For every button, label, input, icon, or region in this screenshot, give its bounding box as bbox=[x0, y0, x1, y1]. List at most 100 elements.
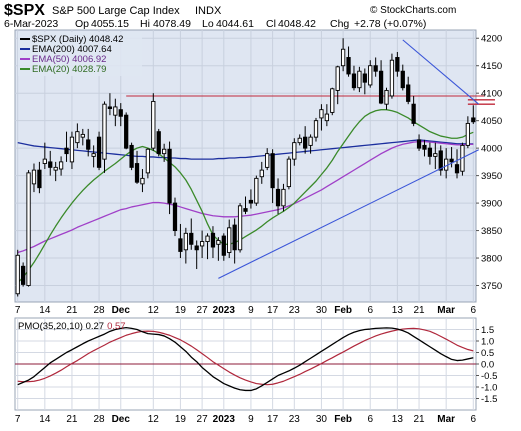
candle-body bbox=[232, 224, 237, 251]
candle-body bbox=[422, 144, 427, 150]
price-x-tick-label: 27 bbox=[197, 305, 209, 316]
pmo-x-tick-label: 21 bbox=[413, 414, 425, 425]
price-y-axis: 3750 3800 3850 3900 3950 4000 4050 4100 4150 4200 bbox=[476, 34, 502, 292]
candle-body bbox=[167, 148, 172, 204]
candle-body bbox=[254, 177, 259, 204]
candle-body bbox=[205, 235, 210, 243]
pmo-x-tick-label: 14 bbox=[39, 414, 51, 425]
pmo-y-tick-label: -1.0 bbox=[481, 383, 497, 394]
price-y-tick-label: 3950 bbox=[481, 171, 502, 182]
candle-body bbox=[297, 137, 302, 144]
pmo-x-tick-label: 23 bbox=[289, 414, 301, 425]
candle-body bbox=[194, 245, 199, 251]
candle-body bbox=[162, 148, 167, 155]
pmo-x-axis: 7 14 21 28 Dec 12 19 27 2023 9 17 23 30 Feb 6 13 21 Mar 6 bbox=[15, 414, 477, 425]
candle-body bbox=[31, 169, 37, 185]
pmo-x-tick-label: 27 bbox=[197, 414, 209, 425]
candle-body bbox=[465, 122, 470, 146]
price-x-tick-label: 30 bbox=[316, 305, 328, 316]
pmo-x-tick-label: 6 bbox=[367, 414, 373, 425]
candle-body bbox=[335, 66, 340, 91]
pmo-y-tick-label: 1.5 bbox=[481, 325, 494, 336]
price-y-tick-label: 4000 bbox=[481, 144, 502, 155]
price-x-tick-label: 21 bbox=[413, 305, 425, 316]
pmo-y-tick-label: 1.0 bbox=[481, 337, 494, 348]
candle-body bbox=[91, 153, 96, 157]
close-value: 4048.42 bbox=[278, 18, 316, 30]
price-y-tick-label: 3800 bbox=[481, 254, 502, 265]
pmo-x-tick-label: 30 bbox=[316, 414, 328, 425]
candle-body bbox=[286, 158, 292, 188]
symbol-label: $SPX bbox=[4, 2, 45, 19]
pmo-x-tick-label: 7 bbox=[15, 414, 21, 425]
candle-body bbox=[58, 161, 64, 170]
candle-body bbox=[86, 139, 91, 150]
pmo-x-tick-label: 9 bbox=[248, 414, 254, 425]
candle-body bbox=[346, 57, 351, 75]
candle-body bbox=[259, 169, 264, 178]
pmo-y-tick-label: -1.5 bbox=[481, 394, 497, 405]
change-label: Chg bbox=[330, 18, 349, 30]
candle-body bbox=[145, 148, 151, 174]
price-y-tick-label: 4200 bbox=[481, 34, 502, 45]
price-x-tick-label: Dec bbox=[112, 305, 131, 316]
candle-body bbox=[227, 227, 232, 253]
candle-body bbox=[416, 139, 422, 149]
pmo-x-tick-label: 6 bbox=[471, 414, 477, 425]
pmo-y-axis: -1.5-1.0-0.50.00.51.01.5 bbox=[476, 325, 497, 405]
candle-body bbox=[140, 177, 145, 185]
pmo-y-tick-label: 0.5 bbox=[481, 348, 494, 359]
candle-body bbox=[449, 158, 454, 163]
pmo-x-tick-label: 12 bbox=[148, 414, 160, 425]
price-x-tick-label: 9 bbox=[248, 305, 254, 316]
candle-body bbox=[248, 199, 254, 204]
candle-body bbox=[183, 232, 188, 251]
candle-body bbox=[129, 144, 134, 168]
price-legend: $SPX (Daily) 4048.42 EMA(200) 4007.64 EM… bbox=[18, 32, 142, 76]
candle-body bbox=[303, 136, 308, 149]
pmo-x-tick-label: Mar bbox=[437, 414, 455, 425]
legend-ema20: EMA(20) 4028.79 bbox=[32, 64, 106, 75]
candle-body bbox=[454, 164, 460, 174]
date-label: 6-Mar-2023 bbox=[4, 18, 58, 30]
price-x-tick-label: Mar bbox=[437, 305, 455, 316]
price-x-tick-label: 6 bbox=[471, 305, 477, 316]
change-value: +2.78 (+0.07%) bbox=[354, 18, 426, 30]
security-name: S&P 500 Large Cap Index bbox=[52, 5, 180, 17]
candle-body bbox=[384, 89, 389, 105]
price-y-tick-label: 3900 bbox=[481, 199, 502, 210]
high-value: 4078.49 bbox=[153, 18, 191, 30]
price-x-tick-label: 14 bbox=[39, 305, 51, 316]
price-x-axis: 7 14 21 28 Dec 12 19 27 2023 9 17 23 30 Feb 6 13 21 Mar 6 bbox=[15, 305, 477, 316]
candle-body bbox=[53, 166, 58, 171]
pmo-legend-signal: 0.57 bbox=[107, 321, 126, 332]
candle-body bbox=[292, 142, 297, 160]
pmo-x-tick-label: Feb bbox=[334, 414, 352, 425]
price-y-tick-label: 3850 bbox=[481, 226, 502, 237]
candle-body bbox=[80, 133, 85, 138]
pmo-legend-main: PMO(35,20,10) 0.27 bbox=[18, 321, 104, 332]
candle-body bbox=[113, 106, 118, 116]
candle-body bbox=[281, 188, 286, 207]
price-x-tick-label: 28 bbox=[94, 305, 106, 316]
candle-body bbox=[124, 114, 129, 149]
stock-chart: $SPX S&P 500 Large Cap Index INDX © Stoc… bbox=[4, 2, 502, 425]
price-x-tick-label: 19 bbox=[175, 305, 187, 316]
price-y-tick-label: 3750 bbox=[481, 281, 502, 292]
candle-body bbox=[48, 161, 53, 168]
candle-body bbox=[189, 232, 194, 245]
pmo-x-tick-label: 28 bbox=[94, 414, 106, 425]
candle-body bbox=[37, 169, 42, 189]
candle-body bbox=[243, 208, 248, 212]
candle-body bbox=[221, 235, 226, 256]
pmo-y-tick-label: -0.5 bbox=[481, 371, 497, 382]
candle-body bbox=[178, 238, 183, 252]
candle-body bbox=[444, 158, 449, 171]
pmo-x-tick-label: 21 bbox=[66, 414, 78, 425]
pmo-x-tick-label: 13 bbox=[392, 414, 404, 425]
price-x-tick-label: 7 bbox=[15, 305, 21, 316]
candle-body bbox=[406, 84, 411, 102]
open-value: 4055.15 bbox=[91, 18, 129, 30]
pmo-x-tick-label: Dec bbox=[112, 414, 131, 425]
candle-body bbox=[69, 136, 75, 163]
